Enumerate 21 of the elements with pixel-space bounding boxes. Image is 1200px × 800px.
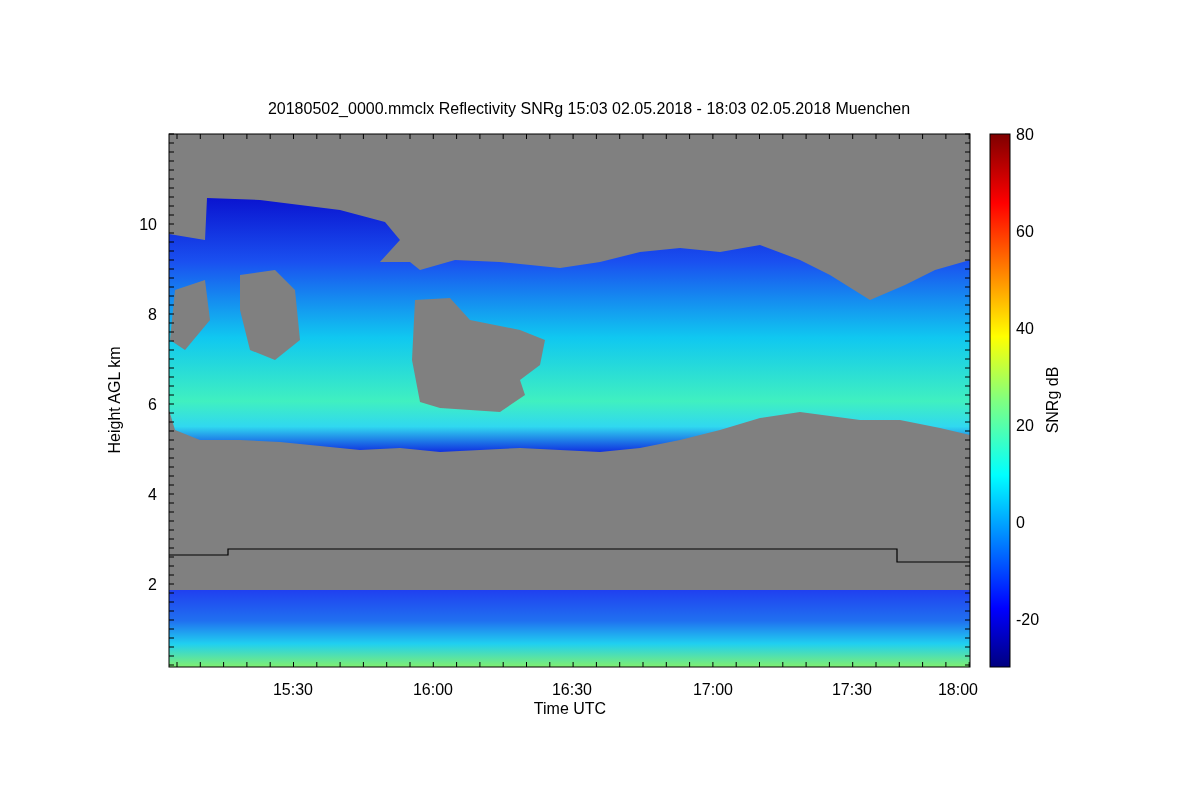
y-tick-label: 6 [148,396,157,413]
colorbar-label: SNRg dB [1044,366,1061,434]
x-axis-label: Time UTC [533,700,607,717]
colorbar-tick-label: 0 [1016,514,1025,531]
colorbar-tick-label: 20 [1016,417,1034,434]
x-tick-label: 16:30 [552,681,592,698]
x-tick-label: 18:00 [938,681,978,698]
y-tick-label: 4 [148,486,157,503]
x-tick-label: 17:00 [693,681,733,698]
x-tick-label: 16:00 [413,681,453,698]
colorbar-tick-label: 80 [1016,126,1034,143]
colorbar-tick-label: 60 [1016,223,1034,240]
x-tick-label: 15:30 [273,681,313,698]
y-tick-label: 8 [148,306,157,323]
y-axis-label: Height AGL km [106,346,123,454]
colorbar-tick-label: -20 [1016,611,1040,628]
y-tick-label: 2 [148,576,157,593]
chart-title: 20180502_0000.mmclx Reflectivity SNRg 15:03 02.05.2018 - 18:03 02.05.2018 Muenchen [267,100,911,117]
x-tick-label: 17:30 [832,681,872,698]
colorbar-tick-label: 40 [1016,320,1034,337]
y-tick-label: 10 [139,216,157,233]
